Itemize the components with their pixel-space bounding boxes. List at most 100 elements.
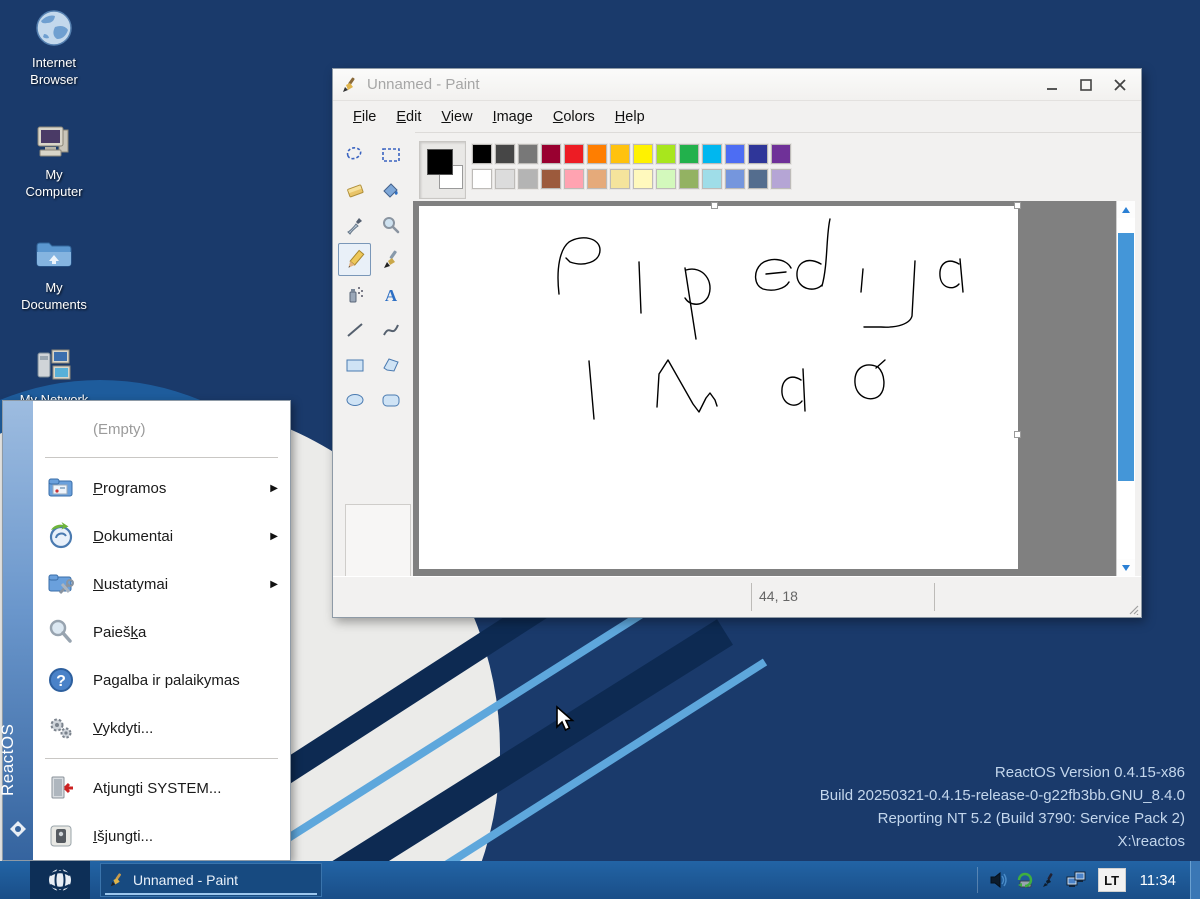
freehand-drawing — [419, 206, 1018, 569]
start-menu-item-settings[interactable]: Nustatymai ▶ — [33, 560, 290, 608]
tool-pencil[interactable] — [338, 243, 371, 276]
keyboard-layout-indicator[interactable]: LT — [1098, 868, 1126, 892]
foreground-background-color-selector[interactable] — [419, 141, 466, 199]
tool-color-picker[interactable] — [338, 208, 371, 241]
start-menu-item-logoff[interactable]: Atjungti SYSTEM... — [33, 764, 290, 812]
resize-grip[interactable] — [1129, 605, 1139, 615]
palette-color-swatch[interactable] — [747, 143, 769, 165]
palette-color-swatch[interactable] — [540, 143, 562, 165]
paint-brush-icon — [109, 872, 125, 888]
start-menu-item-label: Pagalba ir palaikymas — [93, 672, 290, 689]
taskbar-clock[interactable]: 11:34 — [1140, 872, 1176, 889]
tool-rectangle[interactable] — [338, 348, 371, 381]
start-menu-item-label: Dokumentai — [93, 528, 270, 545]
start-menu-item-run[interactable]: Vykdyti... — [33, 704, 290, 752]
palette-color-swatch[interactable] — [609, 168, 631, 190]
minimize-button[interactable] — [1039, 75, 1065, 95]
canvas-scroll-area — [413, 201, 1135, 576]
start-menu-item-shutdown[interactable]: Išjungti... — [33, 812, 290, 860]
globe-icon — [4, 8, 104, 52]
tool-rounded-rectangle[interactable] — [374, 383, 407, 416]
palette-color-swatch[interactable] — [770, 168, 792, 190]
scrollbar-thumb[interactable] — [1118, 233, 1134, 481]
start-menu-item-help[interactable]: ? Pagalba ir palaikymas — [33, 656, 290, 704]
maximize-button[interactable] — [1073, 75, 1099, 95]
palette-color-swatch[interactable] — [678, 168, 700, 190]
palette-color-swatch[interactable] — [517, 168, 539, 190]
tool-magnifier[interactable] — [374, 208, 407, 241]
palette-color-swatch[interactable] — [747, 168, 769, 190]
tool-polygon[interactable] — [374, 348, 407, 381]
palette-color-swatch[interactable] — [494, 168, 516, 190]
settings-folder-icon — [46, 569, 76, 599]
palette-color-swatch[interactable] — [517, 143, 539, 165]
palette-color-swatch[interactable] — [471, 143, 493, 165]
tool-text[interactable]: A — [374, 278, 407, 311]
submenu-arrow-icon: ▶ — [270, 483, 278, 494]
palette-color-swatch[interactable] — [632, 168, 654, 190]
tool-ellipse[interactable] — [338, 383, 371, 416]
tool-options-box[interactable] — [345, 504, 411, 582]
start-menu-item-search[interactable]: Paieška — [33, 608, 290, 656]
canvas-resize-handle-right[interactable] — [1014, 431, 1021, 438]
desktop-icon-internet-browser[interactable]: Internet Browser — [4, 8, 104, 89]
version-line: Reporting NT 5.2 (Build 3790: Service Pa… — [820, 807, 1185, 830]
palette-color-swatch[interactable] — [701, 168, 723, 190]
palette-color-swatch[interactable] — [586, 143, 608, 165]
palette-color-swatch[interactable] — [724, 168, 746, 190]
menu-colors[interactable]: Colors — [543, 105, 605, 129]
menu-image[interactable]: Image — [483, 105, 543, 129]
scroll-down-icon[interactable] — [1117, 559, 1135, 576]
tool-eraser[interactable] — [338, 173, 371, 206]
network-tray-icon[interactable] — [1066, 871, 1088, 889]
svg-text:?: ? — [56, 673, 66, 690]
palette-color-swatch[interactable] — [632, 143, 654, 165]
close-button[interactable] — [1107, 75, 1133, 95]
tool-line[interactable] — [338, 313, 371, 346]
hardware-eject-icon[interactable] — [1016, 872, 1034, 888]
start-menu-item-programs[interactable]: Programos ▶ — [33, 464, 290, 512]
desktop-icon-my-documents[interactable]: My Documents — [4, 233, 104, 314]
tool-select[interactable] — [374, 138, 407, 171]
palette-color-swatch[interactable] — [471, 168, 493, 190]
menu-help[interactable]: Help — [605, 105, 655, 129]
tool-airbrush[interactable] — [338, 278, 371, 311]
title-bar[interactable]: Unnamed - Paint — [333, 69, 1141, 101]
menu-file[interactable]: File — [343, 105, 386, 129]
start-menu-item-documents[interactable]: Dokumentai ▶ — [33, 512, 290, 560]
version-line: ReactOS Version 0.4.15-x86 — [820, 761, 1185, 784]
tray-paint-icon[interactable] — [1042, 872, 1058, 888]
desktop-icon-my-computer[interactable]: My Computer — [4, 120, 104, 201]
start-menu-item-label: Išjungti... — [93, 828, 290, 845]
palette-color-swatch[interactable] — [724, 143, 746, 165]
volume-icon[interactable] — [990, 872, 1008, 888]
palette-color-swatch[interactable] — [678, 143, 700, 165]
palette-color-swatch[interactable] — [586, 168, 608, 190]
os-version-text: ReactOS Version 0.4.15-x86 Build 2025032… — [820, 761, 1185, 853]
tool-free-select[interactable] — [338, 138, 371, 171]
drawing-canvas[interactable] — [419, 206, 1018, 569]
palette-color-swatch[interactable] — [563, 143, 585, 165]
show-desktop-edge[interactable] — [1190, 861, 1200, 899]
canvas-resize-handle-top[interactable] — [711, 202, 718, 209]
palette-color-swatch[interactable] — [655, 143, 677, 165]
palette-color-swatch[interactable] — [494, 143, 516, 165]
scroll-up-icon[interactable] — [1117, 201, 1135, 218]
mouse-cursor — [553, 705, 577, 733]
vertical-scrollbar[interactable] — [1116, 201, 1135, 576]
menu-edit[interactable]: Edit — [386, 105, 431, 129]
tool-brush[interactable] — [374, 243, 407, 276]
menu-bar: File Edit View Image Colors Help — [333, 102, 1141, 133]
tool-fill[interactable] — [374, 173, 407, 206]
start-button[interactable] — [30, 861, 90, 899]
palette-color-swatch[interactable] — [655, 168, 677, 190]
palette-color-swatch[interactable] — [770, 143, 792, 165]
palette-color-swatch[interactable] — [609, 143, 631, 165]
palette-color-swatch[interactable] — [540, 168, 562, 190]
palette-color-swatch[interactable] — [701, 143, 723, 165]
tool-curve[interactable] — [374, 313, 407, 346]
canvas-resize-handle-top-right[interactable] — [1014, 202, 1021, 209]
palette-color-swatch[interactable] — [563, 168, 585, 190]
menu-view[interactable]: View — [431, 105, 482, 129]
taskbar-task-paint[interactable]: Unnamed - Paint — [100, 863, 322, 897]
